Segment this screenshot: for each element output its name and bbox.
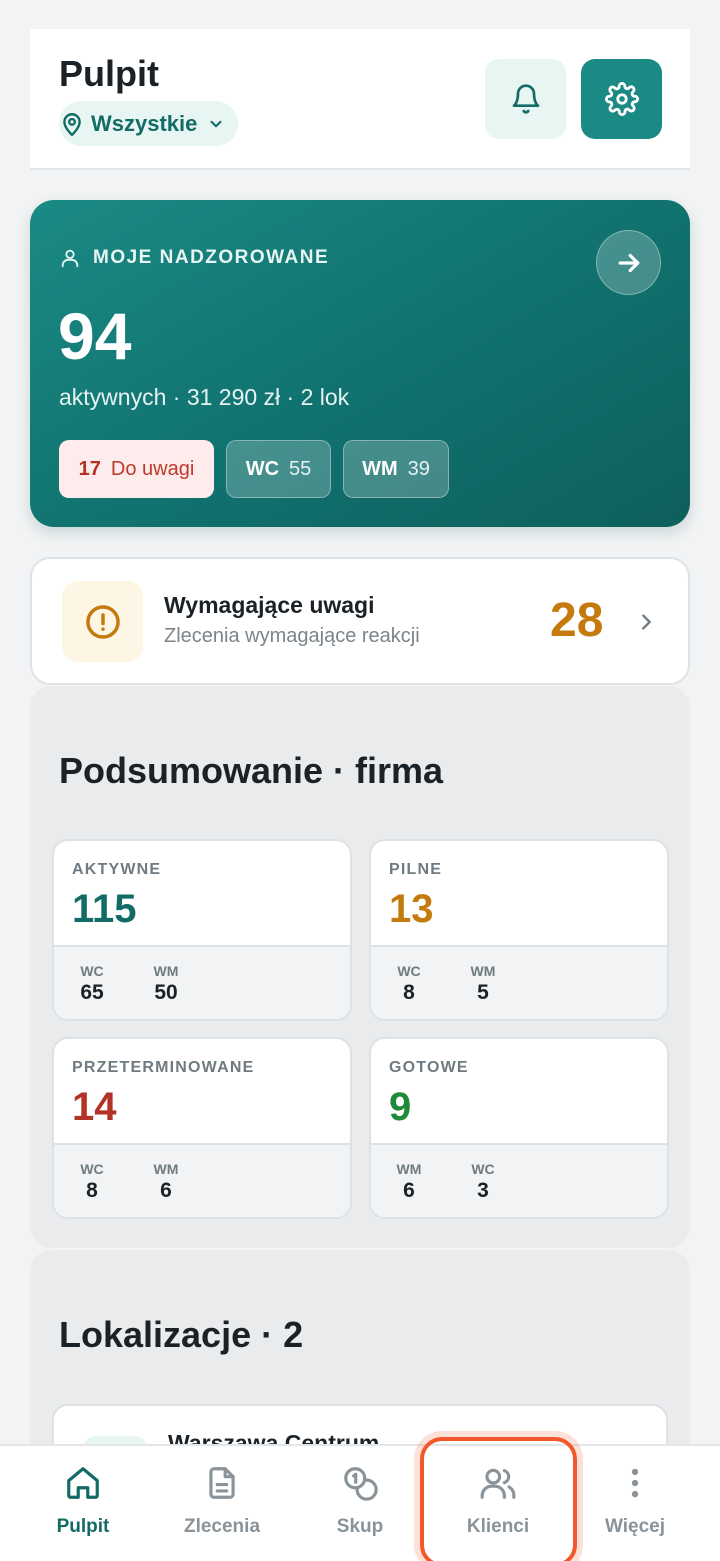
stat-breakdown: WC 8 WM 6	[54, 1143, 350, 1217]
stat-card-urgent[interactable]: PILNE 13 WC 8 WM 5	[369, 839, 669, 1021]
attention-icon-box	[62, 581, 143, 662]
notifications-button[interactable]	[485, 59, 566, 139]
stat-sub-value: 6	[403, 1179, 415, 1202]
stat-sub-key: WC	[471, 1161, 495, 1177]
focus-highlight	[420, 1437, 577, 1561]
stat-sub-value: 5	[477, 981, 489, 1004]
summary-title: Podsumowanie · firma	[59, 750, 444, 791]
attention-title: Wymagające uwagi	[164, 592, 375, 618]
coins-icon	[344, 1467, 378, 1501]
chevron-down-icon	[210, 120, 222, 127]
stat-sub-key: WM	[153, 1161, 179, 1177]
nav-label: Pulpit	[56, 1516, 110, 1537]
open-supervised-button[interactable]	[596, 230, 661, 295]
nav-item-zlecenia[interactable]: Zlecenia	[152, 1464, 292, 1554]
stat-breakdown: WC 8 WM 5	[371, 945, 667, 1019]
home-icon	[67, 1467, 99, 1499]
attention-subtitle: Zlecenia wymagające reakcji	[164, 625, 420, 647]
alert-circle-icon	[85, 604, 120, 639]
map-pin-icon	[63, 112, 81, 136]
attention-chip-label: Do uwagi	[110, 457, 195, 480]
stat-value: 9	[389, 1085, 412, 1129]
stat-sub-key: WC	[80, 1161, 104, 1177]
nav-label: Więcej	[604, 1516, 666, 1537]
chevron-right-icon	[642, 614, 651, 630]
arrow-right-icon	[618, 253, 639, 272]
supervised-summary-card[interactable]: MOJE NADZOROWANE 94 aktywnych · 31 290 z…	[30, 200, 690, 527]
more-vertical-icon	[631, 1468, 639, 1498]
stat-sub-value: 8	[403, 981, 415, 1004]
supervised-subtitle: aktywnych · 31 290 zł · 2 lok	[59, 384, 350, 410]
user-icon	[61, 249, 79, 268]
stat-card-active[interactable]: AKTYWNE 115 WC 65 WM 50	[52, 839, 352, 1021]
stat-sub: WM 6	[146, 1161, 186, 1203]
attention-chip[interactable]: 17 Do uwagi	[59, 440, 214, 498]
stat-sub: WM 50	[146, 963, 186, 1005]
stat-label: AKTYWNE	[72, 861, 162, 878]
stat-sub: WM 5	[463, 963, 503, 1005]
nav-item-pulpit[interactable]: Pulpit	[13, 1464, 153, 1554]
location-selector[interactable]: Wszystkie	[59, 101, 238, 146]
stat-value: 13	[389, 887, 434, 931]
stat-sub-value: 65	[80, 981, 104, 1004]
nav-item-skup[interactable]: Skup	[290, 1464, 430, 1554]
stat-breakdown: WC 65 WM 50	[54, 945, 350, 1019]
locations-title: Lokalizacje · 2	[59, 1314, 304, 1355]
bell-icon	[512, 84, 539, 114]
stat-sub-value: 50	[154, 981, 178, 1004]
supervised-card-label: MOJE NADZOROWANE	[93, 247, 330, 268]
document-icon	[209, 1467, 235, 1499]
wm-chip-value: 39	[407, 457, 430, 480]
stat-sub: WC 65	[72, 963, 112, 1005]
wc-chip-label: WC	[245, 457, 280, 480]
bottom-navigation: Pulpit Zlecenia Skup Klienci Więcej	[0, 1444, 720, 1561]
wc-chip-value: 55	[289, 457, 312, 480]
stat-sub-value: 3	[477, 1179, 489, 1202]
attention-count: 28	[550, 594, 604, 647]
stat-value: 115	[72, 887, 137, 931]
stat-sub-key: WC	[397, 963, 421, 979]
stat-sub: WM 6	[389, 1161, 429, 1203]
page-title: Pulpit	[59, 53, 159, 94]
stat-label: GOTOWE	[389, 1059, 469, 1076]
stat-value: 14	[72, 1085, 117, 1129]
stat-card-ready[interactable]: GOTOWE 9 WM 6 WC 3	[369, 1037, 669, 1219]
stat-breakdown: WM 6 WC 3	[371, 1143, 667, 1217]
nav-item-wiecej[interactable]: Więcej	[565, 1464, 705, 1554]
supervised-card-header: MOJE NADZOROWANE	[59, 247, 329, 269]
wc-chip[interactable]: WC 55	[226, 440, 331, 498]
stat-sub-key: WM	[396, 1161, 422, 1177]
stat-sub-value: 6	[160, 1179, 172, 1202]
supervised-count: 94	[58, 299, 132, 373]
stat-sub: WC 3	[463, 1161, 503, 1203]
settings-button[interactable]	[581, 59, 662, 139]
location-label: Wszystkie	[91, 110, 198, 136]
wm-chip-label: WM	[362, 457, 398, 480]
attention-chip-count: 17	[78, 457, 101, 480]
stat-sub-key: WM	[470, 963, 496, 979]
stat-sub-key: WC	[80, 963, 104, 979]
stat-card-overdue[interactable]: PRZETERMINOWANE 14 WC 8 WM 6	[52, 1037, 352, 1219]
nav-label: Zlecenia	[183, 1516, 261, 1537]
company-summary-panel: Podsumowanie · firma AKTYWNE 115 WC 65 W…	[30, 686, 690, 1248]
gear-icon	[604, 82, 639, 116]
wm-chip[interactable]: WM 39	[343, 440, 449, 498]
top-header: Pulpit Wszystkie	[30, 29, 690, 170]
stat-label: PRZETERMINOWANE	[72, 1059, 255, 1076]
stat-label: PILNE	[389, 861, 443, 878]
stat-sub: WC 8	[389, 963, 429, 1005]
stat-sub-value: 8	[86, 1179, 98, 1202]
stat-sub: WC 8	[72, 1161, 112, 1203]
nav-label: Skup	[336, 1516, 384, 1537]
stat-sub-key: WM	[153, 963, 179, 979]
attention-row[interactable]: Wymagające uwagi Zlecenia wymagające rea…	[30, 557, 690, 685]
